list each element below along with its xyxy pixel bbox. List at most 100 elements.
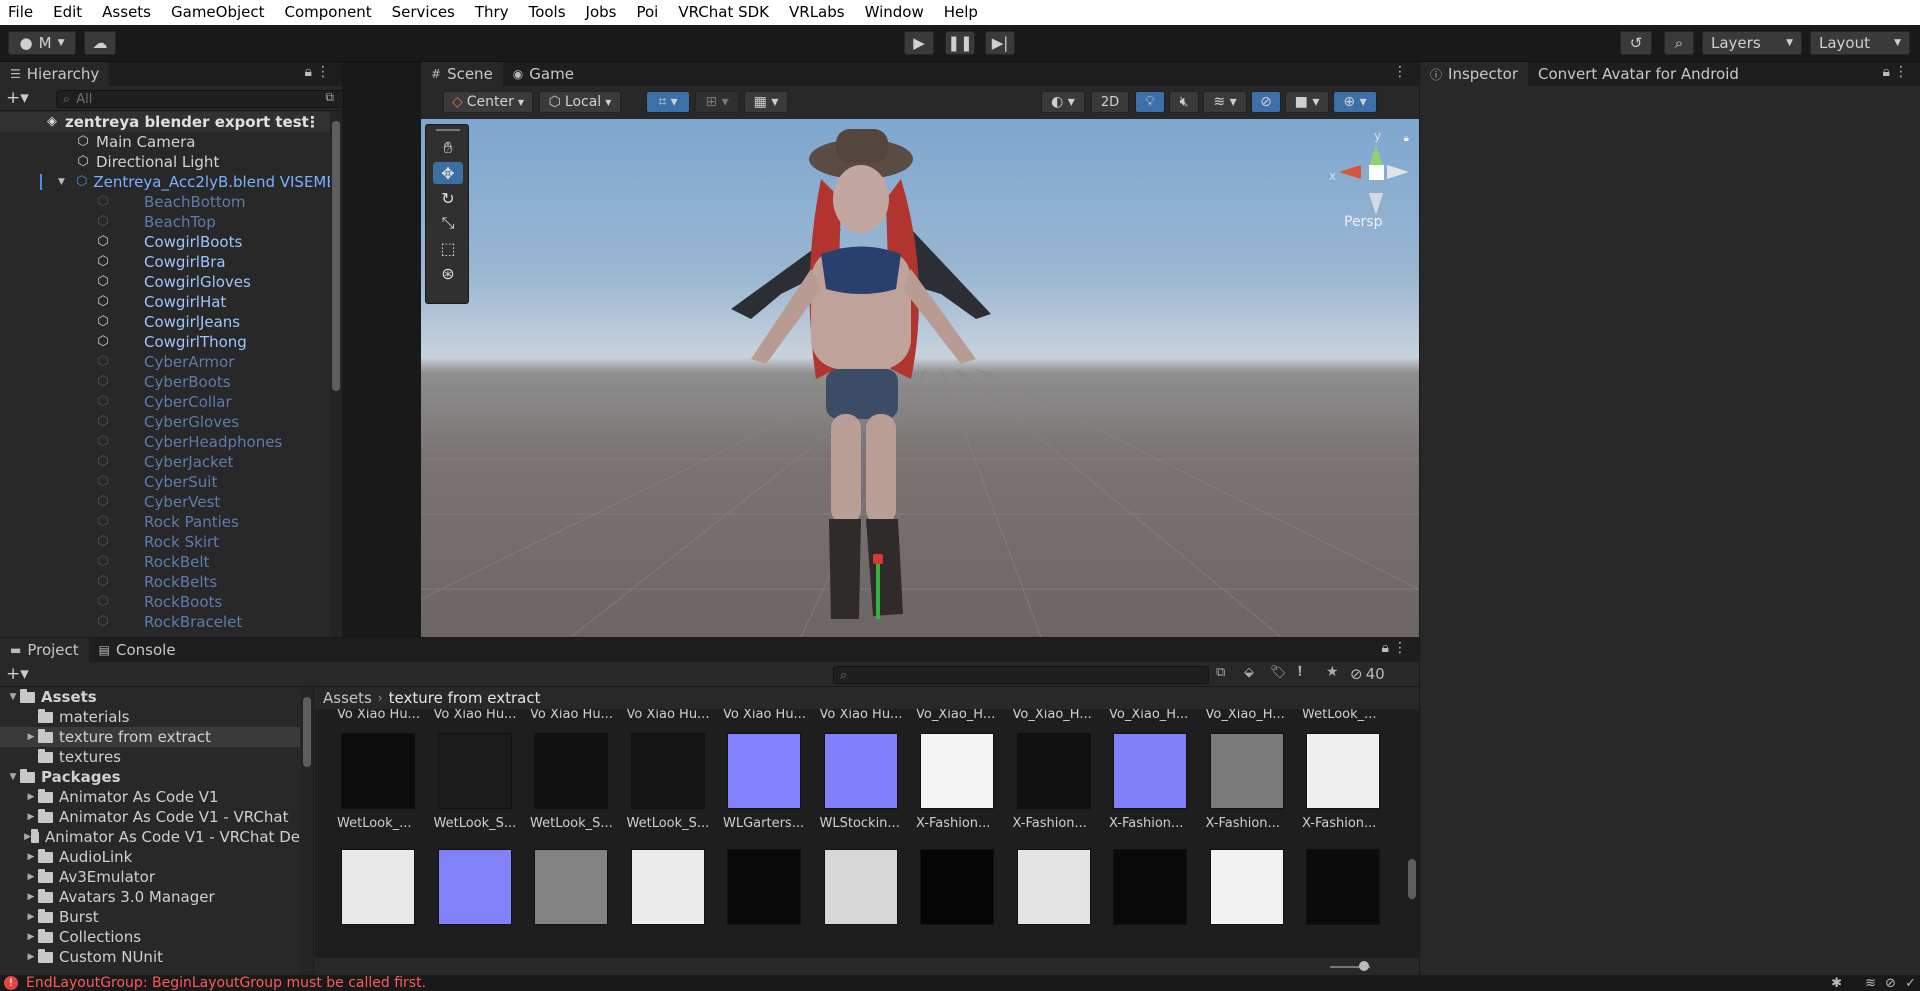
expand-arrow-icon[interactable]: ▶ — [24, 912, 38, 922]
hierarchy-item[interactable]: ⬡ CyberVest — [0, 492, 330, 512]
asset-thumbnail[interactable]: WLStockin... — [820, 733, 900, 833]
hierarchy-item[interactable]: ⬡ BeachBottom — [0, 192, 330, 212]
hierarchy-item[interactable]: ⬡ CyberJacket — [0, 452, 330, 472]
hand-tool[interactable]: ✋︎ — [433, 137, 463, 159]
lock-icon[interactable]: 🔒︎ — [1404, 133, 1409, 144]
scene-viewport[interactable]: ✋︎ ✥ ↻ ⤡ ⬚ ⊛ y x Persp 🔒︎ — [421, 119, 1419, 637]
expand-arrow-icon[interactable]: ▼ — [6, 692, 20, 702]
search-button[interactable]: ⌕ — [1664, 31, 1694, 55]
rect-tool[interactable]: ⬚ — [433, 237, 463, 259]
hierarchy-item[interactable]: ⬡ Directional Light — [0, 152, 330, 172]
account-dropdown[interactable]: ● M ▼ — [8, 31, 76, 55]
pivot-dropdown[interactable]: ◇ Center ▼ — [443, 91, 533, 113]
tab-scene[interactable]: # Scene — [421, 62, 503, 86]
asset-thumbnail[interactable]: WLGarters... — [723, 733, 804, 833]
project-search-input[interactable]: ⌕ — [833, 666, 1209, 684]
expand-arrow-icon[interactable]: ▼ — [6, 772, 20, 782]
expand-arrow-icon[interactable]: ▶ — [24, 832, 31, 842]
more-menu-icon[interactable]: ⋮ — [1894, 64, 1908, 80]
layers-icon[interactable]: ≋ — [1865, 976, 1876, 991]
grid-snap-toggle[interactable]: ⌗ ▾ — [646, 91, 690, 113]
tab-console[interactable]: ▤ Console — [89, 638, 186, 662]
scrollbar-thumb[interactable] — [1408, 859, 1416, 899]
hierarchy-item[interactable]: ⬡ CowgirlThong — [0, 332, 330, 352]
orientation-gizmo[interactable]: y x Persp 🔒︎ — [1309, 119, 1419, 239]
expand-arrow-icon[interactable]: ▶ — [24, 892, 38, 902]
gizmo-z-cone[interactable] — [1387, 165, 1409, 179]
add-icon[interactable]: +▾ — [6, 88, 29, 108]
hierarchy-item[interactable]: ⬡ CowgirlGloves — [0, 272, 330, 292]
folder-tree-item[interactable]: textures — [0, 747, 300, 767]
menu-gameobject[interactable]: GameObject — [161, 0, 275, 25]
folder-tree-scrollbar[interactable] — [301, 687, 313, 975]
breadcrumb-assets[interactable]: Assets — [323, 689, 372, 707]
cache-icon[interactable]: ⊘ — [1885, 976, 1896, 991]
space-dropdown[interactable]: ⬡ Local ▼ — [539, 91, 621, 113]
tab-hierarchy[interactable]: ☰ Hierarchy — [0, 62, 110, 86]
menu-poi[interactable]: Poi — [626, 0, 668, 25]
hierarchy-item[interactable]: ⬡ CyberBoots — [0, 372, 330, 392]
more-menu-icon[interactable]: ⋮ — [1393, 64, 1407, 80]
hidden-objects-toggle[interactable]: ⊘ — [1251, 91, 1281, 113]
menu-file[interactable]: File — [0, 0, 43, 25]
tab-inspector[interactable]: ⓘ Inspector — [1420, 62, 1528, 86]
asset-thumbnail[interactable] — [820, 849, 900, 949]
expand-arrow-icon[interactable]: ▶ — [24, 952, 38, 962]
asset-thumbnail[interactable]: X-Fashion... — [916, 733, 996, 833]
search-by-type-icon[interactable]: ⧉ — [1216, 665, 1225, 680]
effects-dropdown[interactable]: ≋ ▾ — [1203, 91, 1247, 113]
asset-thumbnail[interactable] — [530, 849, 610, 949]
star-icon[interactable]: ★ — [1326, 664, 1339, 680]
expand-arrow-icon[interactable]: ▶ — [24, 812, 38, 822]
asset-thumbnail[interactable]: X-Fashion... — [1206, 733, 1286, 833]
add-icon[interactable]: +▾ — [6, 664, 29, 684]
move-tool[interactable]: ✥ — [433, 162, 463, 184]
folder-tree-item[interactable]: ▶ AudioLink — [0, 847, 300, 867]
lock-icon[interactable]: 🔒︎ — [1883, 64, 1890, 80]
gizmo-x-cone[interactable] — [1339, 165, 1361, 179]
tab-project[interactable]: ▬ Project — [0, 638, 89, 662]
menu-help[interactable]: Help — [934, 0, 988, 25]
asset-thumbnail[interactable]: WetLook_... — [337, 733, 417, 833]
asset-grid-scrollbar[interactable] — [1405, 709, 1419, 958]
status-message[interactable]: EndLayoutGroup: BeginLayoutGroup must be… — [26, 975, 426, 991]
checkmark-icon[interactable]: ✓ — [1905, 976, 1916, 991]
expand-arrow-icon[interactable]: ▼ — [58, 177, 65, 187]
hierarchy-item[interactable]: ⬡ CyberCollar — [0, 392, 330, 412]
menu-thry[interactable]: Thry — [465, 0, 519, 25]
hierarchy-item[interactable]: ⬡ CyberHeadphones — [0, 432, 330, 452]
asset-thumbnail[interactable]: WetLook_S... — [530, 733, 613, 833]
hierarchy-item[interactable]: ⬡ CyberArmor — [0, 352, 330, 372]
undo-history-button[interactable]: ↺ — [1620, 31, 1652, 55]
hierarchy-item[interactable]: ⬡ CowgirlBoots — [0, 232, 330, 252]
hierarchy-item[interactable]: ⬡ Rock Panties — [0, 512, 330, 532]
play-button[interactable]: ▶ — [904, 31, 934, 55]
expand-arrow-icon[interactable]: ▶ — [24, 932, 38, 942]
tab-game[interactable]: ◉ Game — [503, 62, 584, 86]
tag-icon[interactable]: 🏷︎ — [1270, 665, 1287, 680]
scrollbar-thumb[interactable] — [303, 697, 311, 767]
hierarchy-item[interactable]: ⬡ CyberSuit — [0, 472, 330, 492]
gizmo-center-cube[interactable] — [1369, 165, 1384, 180]
folder-tree-item[interactable]: ▶ Burst — [0, 907, 300, 927]
asset-thumbnail[interactable] — [1302, 849, 1382, 949]
folder-tree-item[interactable]: ▶ Custom NUnit — [0, 947, 300, 967]
menu-tools[interactable]: Tools — [519, 0, 576, 25]
y-axis-handle[interactable] — [876, 559, 880, 619]
lock-icon[interactable]: 🔒︎ — [1382, 640, 1389, 656]
hidden-packages-toggle[interactable]: ⊘ 40 — [1350, 665, 1385, 683]
hierarchy-item[interactable]: ⬡ BeachTop — [0, 212, 330, 232]
asset-thumbnail[interactable] — [434, 849, 514, 949]
warning-icon[interactable]: ❗︎ — [1298, 664, 1302, 680]
menu-assets[interactable]: Assets — [92, 0, 161, 25]
gizmos-dropdown[interactable]: ⊕ ▾ — [1333, 91, 1377, 113]
camera-dropdown[interactable]: ■ ▾ — [1285, 91, 1329, 113]
folder-tree-item[interactable]: ▼ Assets — [0, 687, 300, 707]
folder-tree-item[interactable]: ▶ Avatars 3.0 Manager — [0, 887, 300, 907]
scale-tool[interactable]: ⤡ — [433, 212, 463, 234]
hierarchy-scrollbar[interactable] — [330, 111, 342, 637]
hierarchy-item[interactable]: ⬡ CyberGloves — [0, 412, 330, 432]
transform-tool[interactable]: ⊛ — [433, 262, 463, 284]
folder-tree-item[interactable]: ▶ Collections — [0, 927, 300, 947]
more-menu-icon[interactable]: ⋮ — [1393, 640, 1407, 656]
